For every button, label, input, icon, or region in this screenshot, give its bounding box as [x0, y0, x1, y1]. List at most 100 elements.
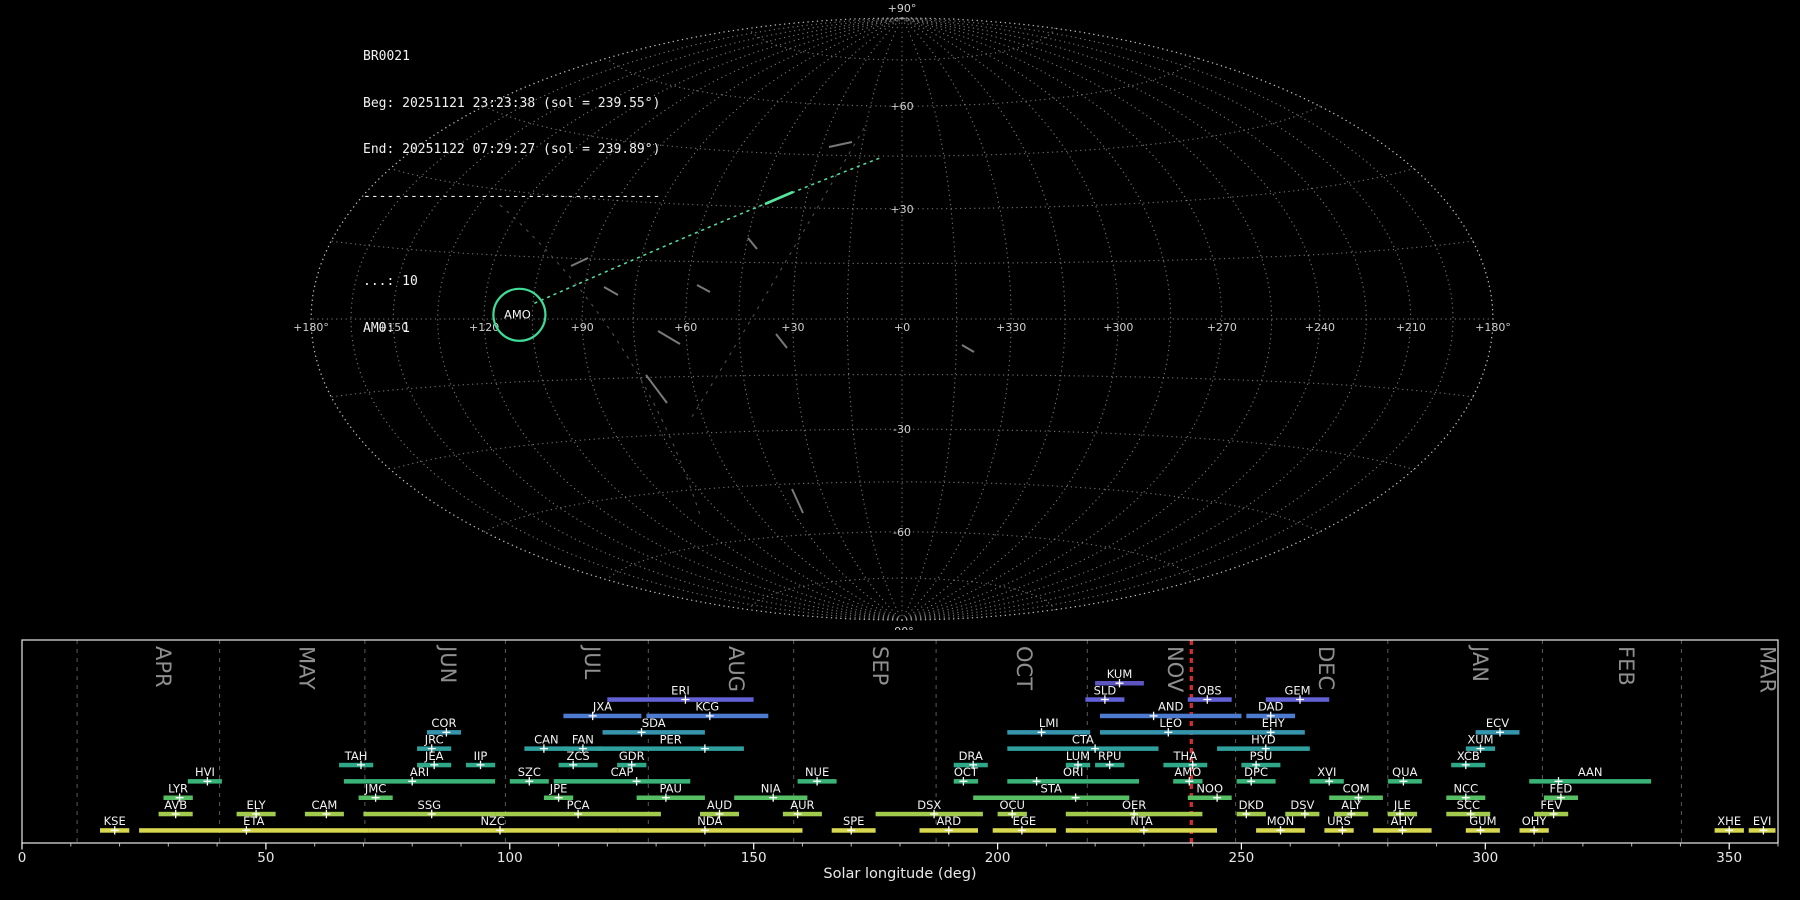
shower-label: URS — [1327, 814, 1351, 828]
shower-bar — [368, 828, 618, 833]
shower-label: XCB — [1457, 749, 1480, 763]
shower-label: MON — [1267, 814, 1295, 828]
shower-bar — [139, 828, 369, 833]
shower-label: ZCS — [566, 749, 589, 763]
shower-label: DRA — [959, 749, 983, 763]
shower-bar — [563, 713, 642, 719]
shower-bar — [1007, 779, 1139, 784]
x-tick-label: 0 — [18, 850, 27, 866]
shower-label: HYD — [1251, 732, 1276, 746]
meteor-track — [828, 141, 853, 148]
shower-label: AUR — [790, 798, 814, 812]
shower-label: ERI — [671, 683, 690, 697]
shower-meteor-great-circle — [534, 157, 881, 304]
map-lon-label: +300 — [1103, 321, 1133, 334]
map-lat-label: +60 — [890, 100, 913, 113]
x-tick-label: 250 — [1229, 850, 1255, 866]
shower-bar — [636, 795, 705, 800]
shower-label: LYR — [168, 782, 188, 796]
month-label: OCT — [1012, 646, 1036, 690]
map-lon-label: +180° — [293, 321, 329, 334]
meteor-track — [696, 284, 711, 293]
shower-label: FED — [1550, 782, 1573, 796]
month-label: MAY — [295, 646, 319, 690]
shower-label: PCA — [567, 798, 590, 812]
shower-peak-marker — [1032, 777, 1041, 786]
shower-bar — [617, 828, 803, 833]
shower-label: GDR — [619, 749, 645, 763]
shower-bar — [339, 762, 374, 768]
shower-label: PAU — [659, 782, 681, 796]
shower-label: LEO — [1159, 716, 1182, 730]
shower-label: ARI — [410, 765, 429, 779]
shower-label: XUM — [1467, 732, 1493, 746]
shower-label: SSG — [418, 798, 442, 812]
shower-label: FEV — [1540, 798, 1562, 812]
hammer-grid-meridian — [901, 17, 1321, 621]
map-lon-label: +0 — [894, 321, 910, 334]
map-lon-label: +210 — [1396, 321, 1426, 334]
shower-label: QUA — [1392, 765, 1417, 779]
shower-bar — [1529, 779, 1652, 784]
map-lon-label: +180° — [1475, 321, 1511, 334]
activity-chart: APR MAY JUN JUL AUG SEP OCT NOV DEC JAN FEB MAR KUM E… — [18, 639, 1780, 882]
month-label: NOV — [1163, 646, 1187, 693]
shower-label: TAH — [344, 749, 368, 763]
shower-label: JLE — [1393, 798, 1411, 812]
map-lat-label: +90° — [888, 2, 917, 15]
shower-label: FAN — [572, 732, 594, 746]
x-tick-label: 350 — [1716, 850, 1742, 866]
map-lon-label: +90 — [571, 321, 594, 334]
shower-label: SDA — [642, 716, 666, 730]
shower-label: GEM — [1284, 683, 1310, 697]
x-tick-label: 150 — [741, 850, 767, 866]
shower-label: ALY — [1341, 798, 1362, 812]
map-lon-label: +30 — [781, 321, 804, 334]
shower-label: CAP — [611, 765, 634, 779]
shower-label: OER — [1122, 798, 1146, 812]
shower-label: COR — [431, 716, 456, 730]
shower-label: JPE — [549, 782, 568, 796]
shower-label: ARD — [936, 814, 961, 828]
month-label: DEC — [1314, 646, 1338, 690]
shower-label: LUM — [1066, 749, 1090, 763]
hammer-grid-meridian — [632, 17, 903, 621]
shower-bar — [782, 811, 822, 817]
shower-label: NIA — [761, 782, 781, 796]
shower-bar — [1236, 779, 1276, 784]
shower-label: GUM — [1469, 814, 1496, 828]
shower-label: ETA — [243, 814, 264, 828]
shower-label: RPU — [1098, 749, 1121, 763]
shower-label: XVI — [1317, 765, 1336, 779]
x-tick-label: 100 — [497, 850, 523, 866]
shower-label: NUE — [805, 765, 829, 779]
shower-label: SZC — [518, 765, 541, 779]
shower-peak-marker — [1071, 793, 1080, 802]
meteor-track — [747, 237, 758, 250]
shower-label: LMI — [1039, 716, 1059, 730]
meteor-track — [775, 333, 788, 349]
hammer-grid-meridian — [685, 17, 903, 621]
shower-label: OCT — [954, 765, 979, 779]
shower-label: CTA — [1072, 732, 1094, 746]
shower-label: DPC — [1244, 765, 1268, 779]
shower-peak-marker — [1149, 711, 1158, 721]
shower-peak-marker — [632, 777, 641, 786]
hammer-grid-meridian — [901, 17, 1412, 621]
month-label: APR — [151, 646, 175, 688]
shower-label: AMO — [1174, 765, 1201, 779]
map-lon-label: +270 — [1207, 321, 1237, 334]
shower-label: NTA — [1130, 814, 1153, 828]
meteor-track — [791, 488, 804, 514]
x-tick-label: 200 — [985, 850, 1011, 866]
meteor-great-circle — [689, 127, 865, 421]
month-label: JUL — [580, 644, 604, 680]
shower-label: STA — [1041, 782, 1062, 796]
shower-label: XHE — [1717, 814, 1741, 828]
shower-label: KCG — [695, 700, 719, 714]
shower-label: JEA — [424, 749, 444, 763]
month-label: JAN — [1468, 644, 1492, 682]
hammer-grid-meridian — [901, 17, 1066, 621]
map-lat-label: -60 — [893, 526, 911, 539]
shower-label: AHY — [1391, 814, 1416, 828]
